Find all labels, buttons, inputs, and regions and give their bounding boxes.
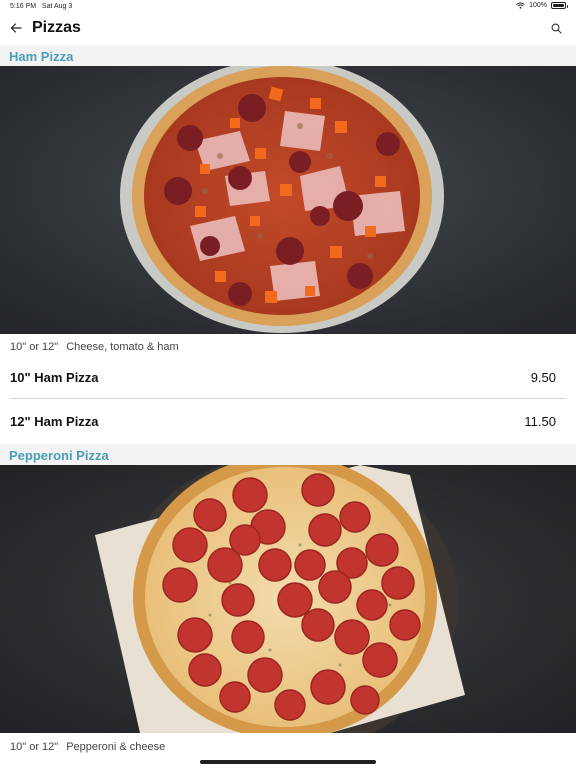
- section-header-pepperoni-pizza: Pepperoni Pizza: [0, 444, 576, 466]
- item-name: 10" Ham Pizza: [10, 370, 99, 385]
- section-title: Ham Pizza: [9, 49, 74, 64]
- size-options: 10" or 12": [10, 341, 59, 353]
- item-price: 11.50: [524, 414, 556, 429]
- pepperoni-pizza-image: [0, 465, 576, 733]
- status-indicators: 100%: [516, 2, 568, 9]
- battery-icon: [551, 2, 568, 9]
- ingredients: Cheese, tomato & ham: [66, 341, 179, 353]
- wifi-icon: [516, 2, 525, 9]
- divider: [10, 398, 566, 399]
- ham-pizza-image: [0, 66, 576, 334]
- menu-item[interactable]: 10" Ham Pizza 9.50: [0, 356, 576, 400]
- section-header-ham-pizza: Ham Pizza: [0, 45, 576, 67]
- section-description: 10" or 12" Pepperoni & cheese: [10, 741, 165, 753]
- back-button[interactable]: [6, 18, 26, 38]
- ingredients: Pepperoni & cheese: [66, 741, 166, 753]
- section-title: Pepperoni Pizza: [9, 448, 109, 463]
- section-description: 10" or 12" Cheese, tomato & ham: [10, 341, 179, 353]
- nav-bar: Pizzas: [0, 14, 576, 44]
- page-title: Pizzas: [32, 19, 81, 36]
- size-options: 10" or 12": [10, 741, 59, 753]
- battery-percent: 100%: [529, 2, 547, 9]
- search-icon: [551, 23, 562, 34]
- arrow-left-icon: [10, 23, 22, 33]
- status-bar: 5:16 PM Sat Aug 3 100%: [0, 0, 576, 14]
- search-button[interactable]: [548, 20, 564, 36]
- menu-item[interactable]: 12" Ham Pizza 11.50: [0, 400, 576, 444]
- item-price: 9.50: [530, 370, 556, 385]
- home-indicator[interactable]: [200, 760, 376, 764]
- item-name: 12" Ham Pizza: [10, 414, 99, 429]
- status-time: 5:16 PM Sat Aug 3: [10, 3, 73, 10]
